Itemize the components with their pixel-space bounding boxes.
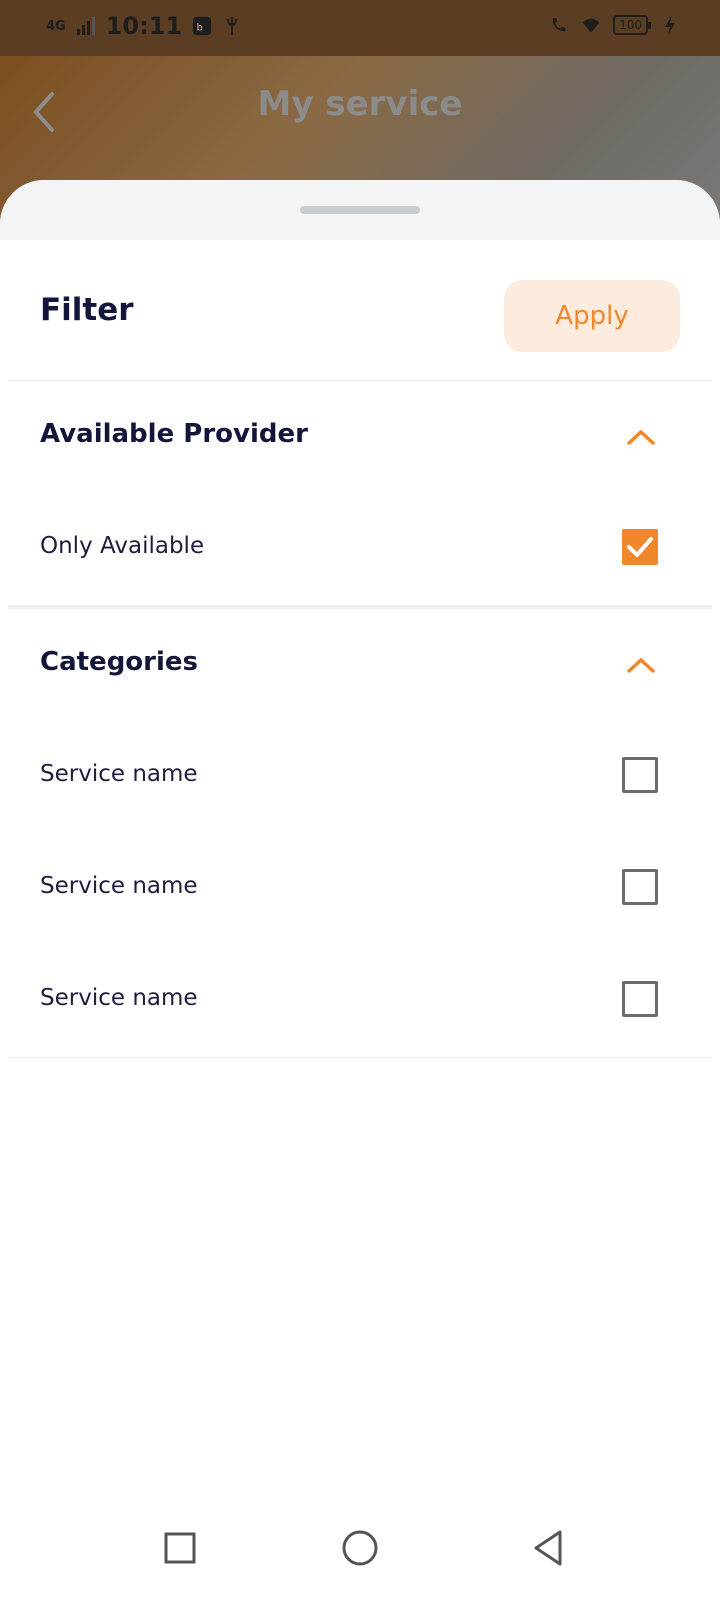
category-row[interactable]: Service name	[0, 833, 720, 945]
sheet-handle-area[interactable]	[0, 180, 720, 240]
wifi-call-icon	[552, 17, 566, 32]
square-icon	[164, 1532, 196, 1564]
only-available-checkbox[interactable]	[622, 529, 658, 565]
home-button[interactable]	[332, 1520, 388, 1576]
triangle-back-icon	[534, 1530, 562, 1566]
category-label: Service name	[40, 985, 198, 1011]
filter-bottom-sheet: Filter Apply Available Provider Only Ava…	[0, 180, 720, 1600]
status-bar: 4G 10:11 b 100	[0, 0, 720, 56]
charging-icon	[665, 15, 675, 35]
back-button[interactable]	[520, 1520, 576, 1576]
chevron-up-icon[interactable]	[626, 655, 656, 675]
category-row[interactable]: Service name	[0, 721, 720, 833]
category-checkbox[interactable]	[622, 757, 658, 793]
section-title: Available Provider	[40, 419, 308, 449]
system-nav-bar	[0, 1500, 720, 1600]
apply-button[interactable]: Apply	[504, 280, 680, 352]
network-indicator: 4G	[46, 18, 66, 34]
clock: 10:11	[105, 12, 183, 40]
drag-handle[interactable]	[300, 206, 420, 214]
chevron-up-icon[interactable]	[626, 427, 656, 447]
filter-title: Filter	[40, 292, 134, 328]
check-icon	[627, 537, 653, 557]
divider	[8, 1057, 712, 1058]
circle-icon	[342, 1530, 378, 1566]
svg-text:b: b	[197, 23, 203, 34]
signal-icon	[76, 17, 95, 35]
category-row[interactable]: Service name	[0, 945, 720, 1057]
battery-indicator: 100	[613, 15, 651, 35]
status-left: 4G 10:11 b	[46, 12, 242, 40]
category-checkbox[interactable]	[622, 869, 658, 905]
recents-button[interactable]	[152, 1520, 208, 1576]
section-title: Categories	[40, 647, 199, 677]
category-label: Service name	[40, 761, 198, 787]
wifi-icon	[582, 18, 600, 33]
option-label: Only Available	[40, 533, 205, 559]
category-checkbox[interactable]	[622, 981, 658, 1017]
section-categories[interactable]: Categories	[0, 609, 720, 721]
status-right: 100	[549, 14, 680, 36]
category-label: Service name	[40, 873, 198, 899]
filter-header: Filter Apply	[0, 240, 720, 380]
page-title: My service	[257, 84, 463, 124]
usb-icon	[227, 17, 238, 35]
option-row[interactable]: Only Available	[0, 493, 720, 605]
notification-app-icon: b	[193, 16, 212, 36]
section-available-provider[interactable]: Available Provider	[0, 381, 720, 493]
